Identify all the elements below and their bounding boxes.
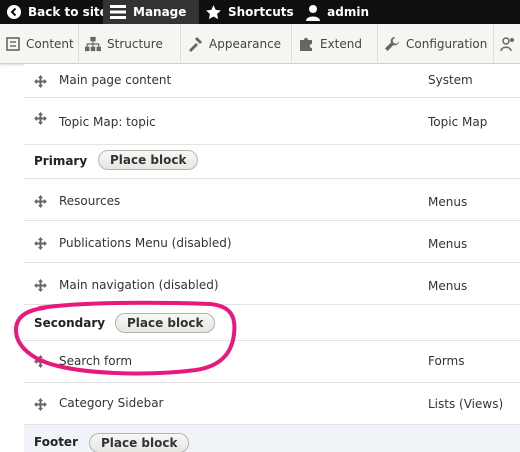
wrench-icon: [384, 36, 400, 52]
drag-handle-icon[interactable]: [34, 110, 47, 125]
block-category: Menus: [428, 279, 468, 293]
drag-handle-icon[interactable]: [34, 193, 47, 208]
shortcuts-label: Shortcuts: [228, 5, 294, 19]
tray-appearance-label: Appearance: [209, 36, 282, 51]
place-block-button[interactable]: Place block: [89, 433, 190, 452]
manage-label: Manage: [133, 5, 187, 19]
tray-structure-link[interactable]: Structure: [79, 23, 181, 64]
tray-extend-label: Extend: [320, 36, 362, 51]
region-row-primary: Primary Place block: [24, 145, 520, 179]
drupal-back-icon: [6, 3, 22, 21]
block-row-main-navigation: Main navigation (disabled) Menus: [24, 263, 520, 305]
block-category: Topic Map: [428, 115, 488, 129]
block-title: Publications Menu (disabled): [59, 236, 232, 250]
tray-configuration-link[interactable]: Configuration: [378, 23, 494, 64]
block-category: Lists (Views): [428, 397, 504, 411]
shortcuts-tab[interactable]: Shortcuts: [199, 0, 299, 24]
region-name: Secondary: [34, 316, 106, 330]
menu-icon: [109, 3, 127, 21]
tray-appearance-link[interactable]: Appearance: [181, 23, 292, 64]
place-block-button[interactable]: Place block: [98, 150, 199, 170]
drag-handle-icon[interactable]: [34, 353, 47, 368]
block-row-category-sidebar: Category Sidebar Lists (Views): [24, 383, 520, 425]
block-category: Menus: [428, 237, 468, 251]
block-title: Main page content: [59, 73, 172, 87]
tray-structure-label: Structure: [107, 36, 163, 51]
block-category: System: [428, 73, 473, 87]
drag-handle-icon[interactable]: [34, 277, 47, 292]
drag-handle-icon[interactable]: [34, 235, 47, 250]
tray-extend-link[interactable]: Extend: [292, 23, 378, 64]
block-title: Search form: [59, 354, 133, 368]
admin-toolbar: Back to site Manage Shortcuts admin: [0, 0, 520, 24]
block-row-publications-menu: Publications Menu (disabled) Menus: [24, 221, 520, 263]
block-row-main-page-content: Main page content System: [24, 64, 520, 98]
block-title: Category Sidebar: [59, 396, 164, 410]
manage-tab[interactable]: Manage: [103, 0, 199, 24]
structure-icon: [85, 36, 101, 52]
extend-icon: [298, 36, 314, 52]
people-icon: [500, 36, 516, 52]
user-label: admin: [327, 5, 369, 19]
place-block-button[interactable]: Place block: [115, 313, 216, 333]
drag-handle-icon[interactable]: [34, 396, 47, 411]
content-icon: [6, 36, 20, 52]
block-row-resources: Resources Menus: [24, 179, 520, 221]
block-title: Main navigation (disabled): [59, 278, 219, 292]
region-row-footer: Footer Place block: [24, 425, 520, 452]
tray-configuration-label: Configuration: [406, 36, 488, 51]
drag-handle-icon[interactable]: [34, 73, 47, 88]
region-name: Primary: [34, 154, 88, 168]
admin-tray: Content Structure Appearance Extend Conf…: [0, 23, 520, 64]
block-title: Topic Map: topic: [59, 115, 156, 129]
block-title: Resources: [59, 194, 121, 208]
appearance-icon: [187, 36, 203, 52]
region-row-secondary: Secondary Place block: [24, 305, 520, 341]
tray-people-link[interactable]: [494, 24, 520, 64]
tray-content-link[interactable]: Content: [0, 23, 79, 64]
region-name: Footer: [34, 435, 78, 449]
star-icon: [205, 3, 222, 21]
block-category: Menus: [428, 195, 468, 209]
back-to-site-label: Back to site: [28, 5, 108, 19]
block-row-topic-map: Topic Map: topic Topic Map: [24, 98, 520, 145]
back-to-site-link[interactable]: Back to site: [0, 0, 108, 24]
block-category: Forms: [428, 354, 465, 368]
block-layout-table: Main page content System Topic Map: topi…: [24, 64, 520, 452]
user-icon: [305, 3, 321, 21]
user-tab[interactable]: admin: [299, 0, 379, 24]
tray-content-label: Content: [26, 36, 74, 51]
block-row-search-form: Search form Forms: [24, 341, 520, 383]
